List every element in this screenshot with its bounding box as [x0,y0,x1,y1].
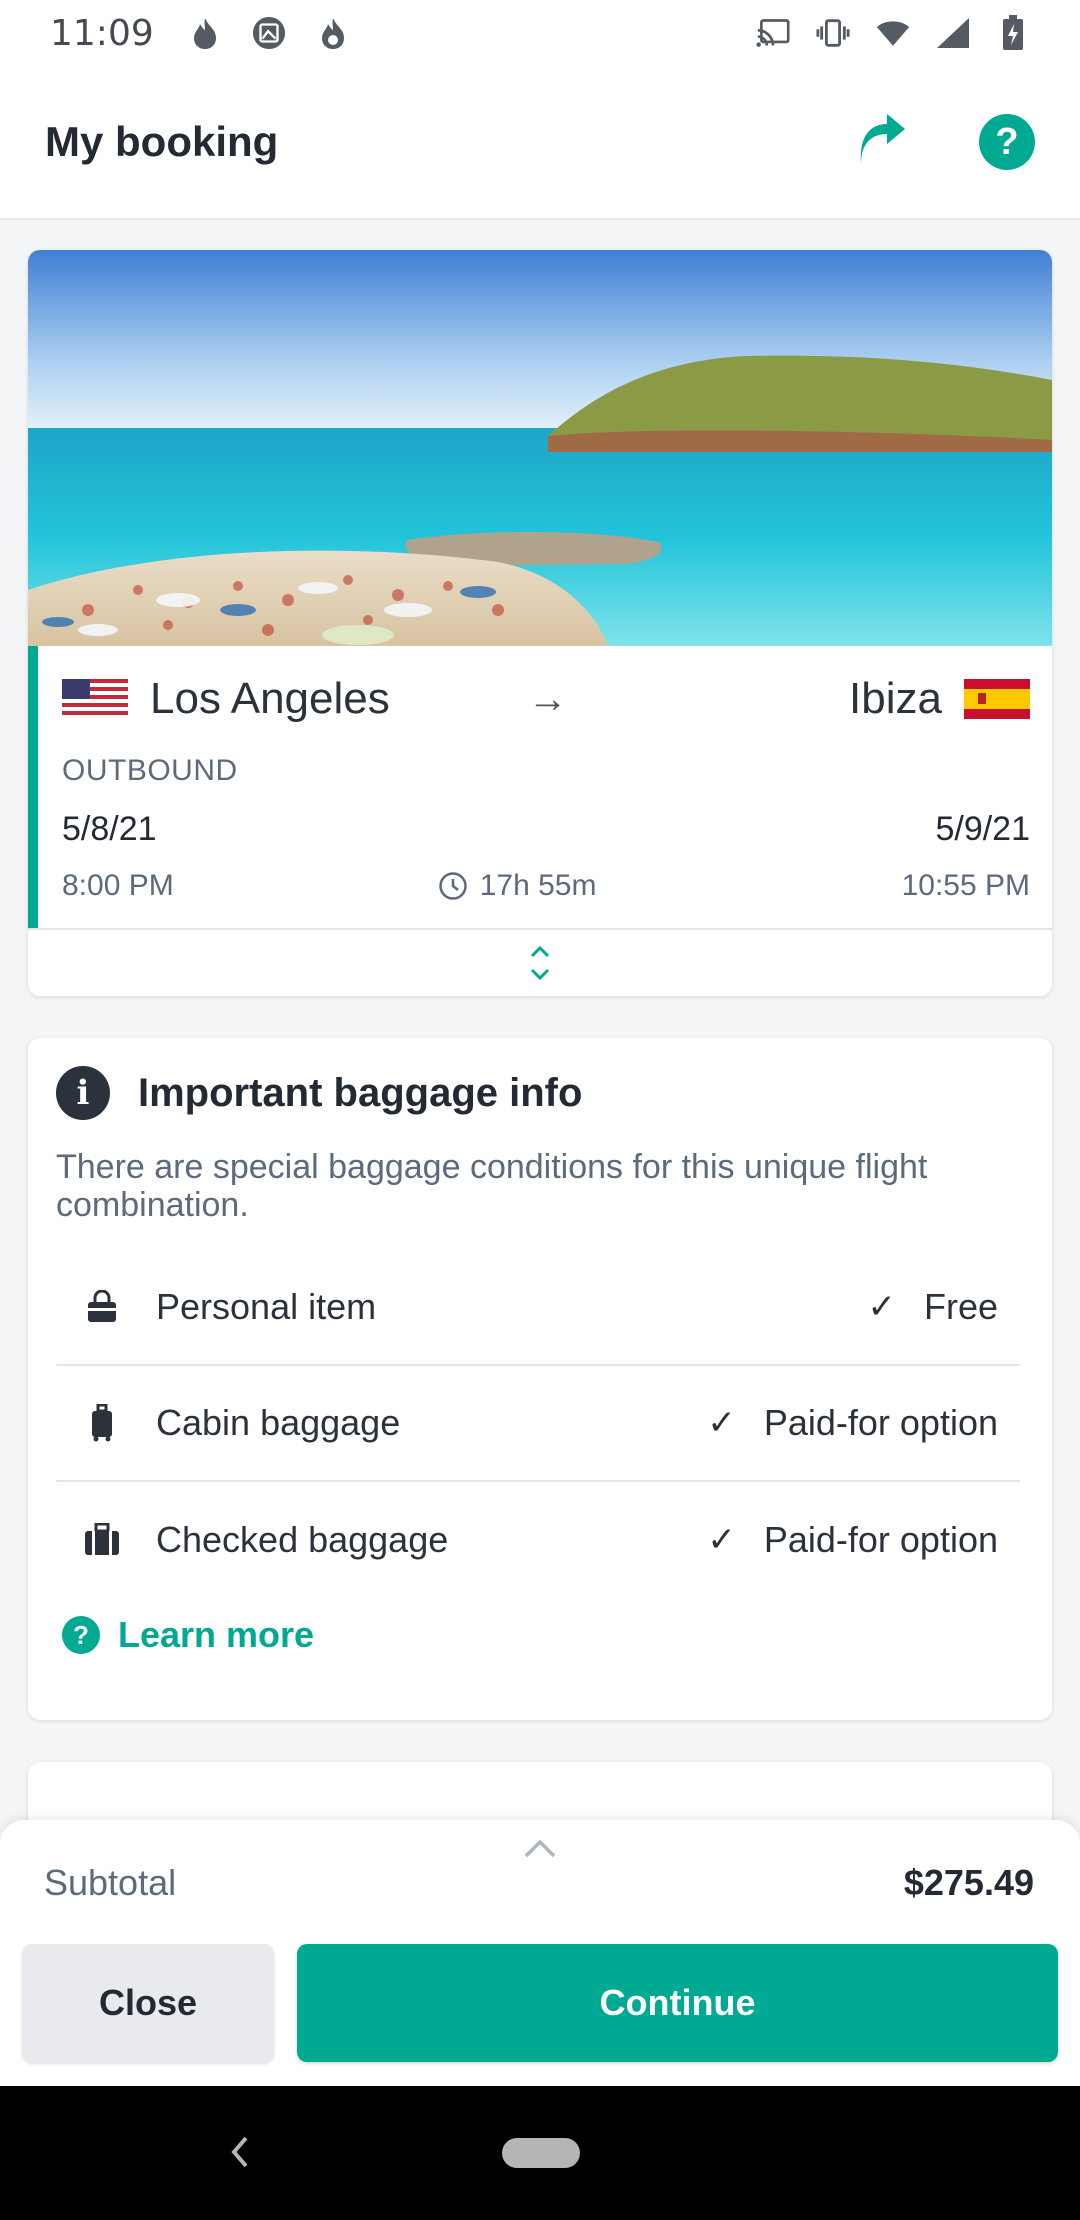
flight-summary: Los Angeles → Ibiza OUTBOUND 5/8/21 5/9/… [28,646,1052,928]
status-bar: 11:09 [0,0,1080,66]
baggage-title: Important baggage info [138,1070,583,1115]
continue-button[interactable]: Continue [297,1944,1058,2062]
clock-icon [438,872,467,900]
signal-icon [936,16,970,50]
list-item: Cabin baggage ✓ Paid-for option [56,1366,1020,1482]
vibrate-icon [816,16,850,50]
close-button[interactable]: Close [22,1944,274,2062]
check-icon: ✓ [867,1288,896,1326]
baggage-status: Free [923,1286,998,1327]
flame-badge-icon [316,16,350,50]
cast-icon [756,16,790,50]
check-icon: ✓ [707,1404,736,1442]
app-bar: My booking ? [0,66,1080,220]
list-item: Checked baggage ✓ Paid-for option [56,1482,1020,1598]
baggage-name: Cabin baggage [156,1402,401,1443]
share-arrow-icon[interactable] [857,113,907,171]
home-pill[interactable] [502,2138,580,2168]
chevron-up-icon[interactable] [522,1836,558,1860]
destination-city: Ibiza [849,674,942,723]
baggage-name: Checked baggage [156,1519,449,1560]
depart-time: 8:00 PM [62,869,174,902]
arrive-date: 5/9/21 [935,810,1030,848]
page-title: My booking [45,118,279,165]
handbag-icon [82,1287,122,1327]
route-arrow-icon: → [527,676,568,721]
depart-date: 5/8/21 [62,810,157,848]
info-icon: i [56,1066,110,1120]
direction-label: OUTBOUND [62,754,238,787]
arrive-time: 10:55 PM [901,869,1030,902]
spain-flag-icon [964,679,1030,719]
wifi-icon [876,16,910,50]
learn-more-label: Learn more [118,1614,315,1655]
back-icon[interactable] [226,2132,254,2172]
flame-icon [188,16,222,50]
expand-details-button[interactable] [28,928,1052,996]
baggage-name: Personal item [156,1286,377,1327]
baggage-description: There are special baggage conditions for… [56,1148,928,1224]
baggage-info-card: i Important baggage info There are speci… [28,1038,1052,1720]
destination-beach-image [28,250,1052,646]
cabin-bag-icon [82,1403,122,1443]
question-icon: ? [62,1616,100,1654]
image-icon [252,16,286,50]
battery-charging-icon [996,15,1030,50]
list-item: Personal item ✓ Free [56,1250,1020,1366]
check-icon: ✓ [707,1521,736,1559]
flight-card[interactable]: Los Angeles → Ibiza OUTBOUND 5/8/21 5/9/… [28,250,1052,996]
suitcase-icon [82,1520,122,1560]
baggage-list: Personal item ✓ Free Cabin baggage ✓ Pai… [56,1250,1020,1598]
expand-chevrons-icon [530,945,550,981]
us-flag-icon [62,679,128,719]
subtotal-value: $275.49 [903,1862,1034,1903]
help-icon[interactable]: ? [979,114,1035,170]
baggage-status: Paid-for option [763,1402,998,1443]
origin-city: Los Angeles [150,674,390,723]
subtotal-label: Subtotal [44,1862,177,1903]
status-time: 11:09 [50,12,154,54]
learn-more-link[interactable]: ? Learn more [56,1614,1020,1656]
system-nav-bar [0,2086,1080,2220]
baggage-status: Paid-for option [763,1519,998,1560]
flight-duration: 17h 55m [479,869,597,902]
price-summary-sheet: Subtotal $275.49 Close Continue [0,1820,1080,2086]
